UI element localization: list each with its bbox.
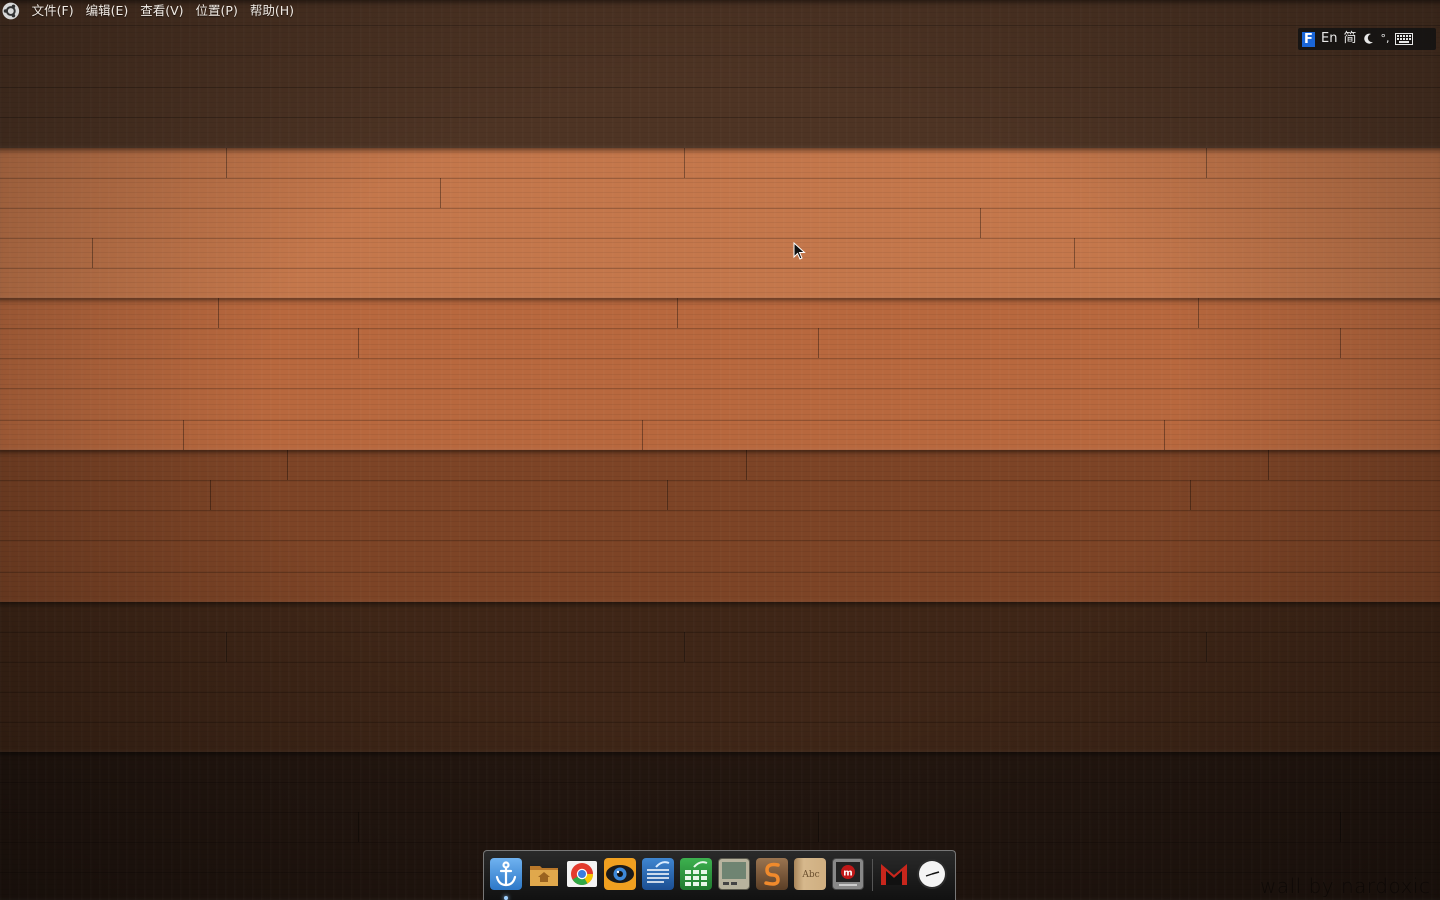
wallpaper-credit: wall by nardoxic (1260, 874, 1431, 898)
keyboard-icon[interactable] (1395, 33, 1414, 45)
wood-plank-1 (0, 0, 1440, 148)
calc-icon[interactable] (680, 858, 712, 890)
desktop-wallpaper (0, 0, 1440, 900)
half-width-moon-icon[interactable] (1362, 33, 1374, 45)
wood-plank-4 (0, 450, 1440, 602)
menu-view[interactable]: 查看(V) (134, 0, 189, 22)
wood-plank-5 (0, 602, 1440, 752)
menu-places[interactable]: 位置(P) (190, 0, 244, 22)
dictionary-icon[interactable]: Abc (794, 858, 826, 890)
menu-help[interactable]: 帮助(H) (244, 0, 300, 22)
input-method-bar: F En 简 °, (1298, 28, 1436, 50)
menu-edit[interactable]: 编辑(E) (80, 0, 135, 22)
gmail-icon[interactable] (878, 858, 910, 890)
mouse-pointer-icon (793, 242, 806, 260)
miro-icon[interactable]: m (832, 858, 864, 890)
dock-separator (872, 859, 873, 891)
chrome-icon[interactable] (566, 858, 598, 890)
eye-icon[interactable] (604, 858, 636, 890)
simplified-chinese-toggle[interactable]: 简 (1343, 28, 1356, 50)
top-menu-bar: 文件(F) 编辑(E) 查看(V) 位置(P) 帮助(H) (0, 0, 300, 22)
sublime-icon[interactable] (756, 858, 788, 890)
running-indicator (504, 896, 508, 900)
fcitx-icon[interactable]: F (1302, 31, 1315, 47)
clock-icon[interactable] (916, 858, 948, 890)
wood-plank-2 (0, 148, 1440, 298)
terminal-icon[interactable] (718, 858, 750, 890)
svg-text:m: m (843, 869, 852, 879)
wood-plank-3 (0, 298, 1440, 450)
writer-icon[interactable] (642, 858, 674, 890)
language-toggle[interactable]: En (1321, 28, 1337, 50)
dock: Abc m (483, 850, 956, 900)
svg-text:Abc: Abc (801, 870, 819, 880)
menu-file[interactable]: 文件(F) (26, 0, 80, 22)
home-folder-icon[interactable] (528, 858, 560, 890)
anchor-icon[interactable] (490, 858, 522, 890)
ubuntu-logo-icon[interactable] (2, 2, 20, 20)
punctuation-toggle[interactable]: °, (1380, 28, 1389, 50)
